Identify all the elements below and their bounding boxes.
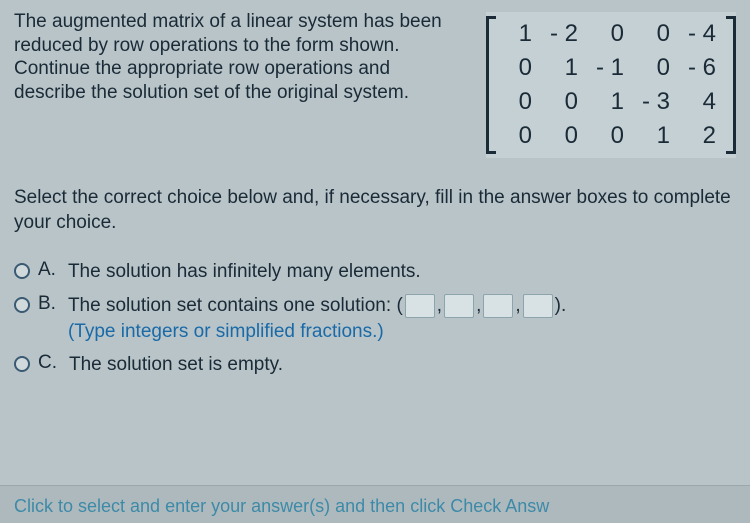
- choice-letter: C.: [38, 352, 57, 374]
- choice-b[interactable]: B. The solution set contains one solutio…: [14, 293, 736, 344]
- matrix-cell: 4: [688, 88, 716, 116]
- matrix-cell: 0: [596, 122, 624, 150]
- answer-box-3[interactable]: [483, 294, 513, 318]
- matrix-cell: 0: [550, 122, 578, 150]
- matrix-cell: 2: [688, 122, 716, 150]
- choice-text: The solution set contains one solution:: [68, 295, 391, 316]
- answer-tuple: (,,,).: [396, 293, 566, 319]
- choice-text: The solution set is empty.: [69, 352, 283, 378]
- radio-c[interactable]: [14, 356, 30, 372]
- matrix-cell: 1: [550, 54, 578, 82]
- matrix-cell: 0: [596, 20, 624, 48]
- matrix-cell: - 6: [688, 54, 716, 82]
- question-text: The augmented matrix of a linear system …: [14, 10, 456, 104]
- radio-a[interactable]: [14, 263, 30, 279]
- choice-c[interactable]: C. The solution set is empty.: [14, 352, 736, 378]
- matrix-cell: 0: [506, 54, 532, 82]
- matrix-cell: 1: [506, 20, 532, 48]
- answer-box-4[interactable]: [523, 294, 553, 318]
- footer-bar: Click to select and enter your answer(s)…: [0, 485, 750, 523]
- bracket-left: [486, 16, 496, 154]
- instruction-text: Select the correct choice below and, if …: [14, 186, 736, 235]
- choice-hint: (Type integers or simplified fractions.): [68, 321, 384, 342]
- bracket-right: [726, 16, 736, 154]
- matrix-cell: 1: [596, 88, 624, 116]
- choice-text: The solution has infinitely many element…: [68, 259, 421, 285]
- matrix-cell: - 2: [550, 20, 578, 48]
- matrix-cell: 0: [642, 54, 670, 82]
- radio-b[interactable]: [14, 297, 30, 313]
- footer-text: Click to select and enter your answer(s)…: [14, 496, 549, 516]
- choice-a[interactable]: A. The solution has infinitely many elem…: [14, 259, 736, 285]
- augmented-matrix: 1 - 2 0 0 - 4 0 1 - 1 0 - 6 0 0 1 - 3 4 …: [486, 12, 736, 158]
- matrix-cell: 0: [506, 88, 532, 116]
- matrix-cell: 1: [642, 122, 670, 150]
- matrix-cell: - 3: [642, 88, 670, 116]
- choice-letter: A.: [38, 259, 56, 281]
- choice-letter: B.: [38, 293, 56, 315]
- matrix-cell: - 1: [596, 54, 624, 82]
- matrix-cell: 0: [642, 20, 670, 48]
- answer-box-1[interactable]: [405, 294, 435, 318]
- matrix-cell: - 4: [688, 20, 716, 48]
- matrix-cell: 0: [506, 122, 532, 150]
- answer-box-2[interactable]: [444, 294, 474, 318]
- matrix-cell: 0: [550, 88, 578, 116]
